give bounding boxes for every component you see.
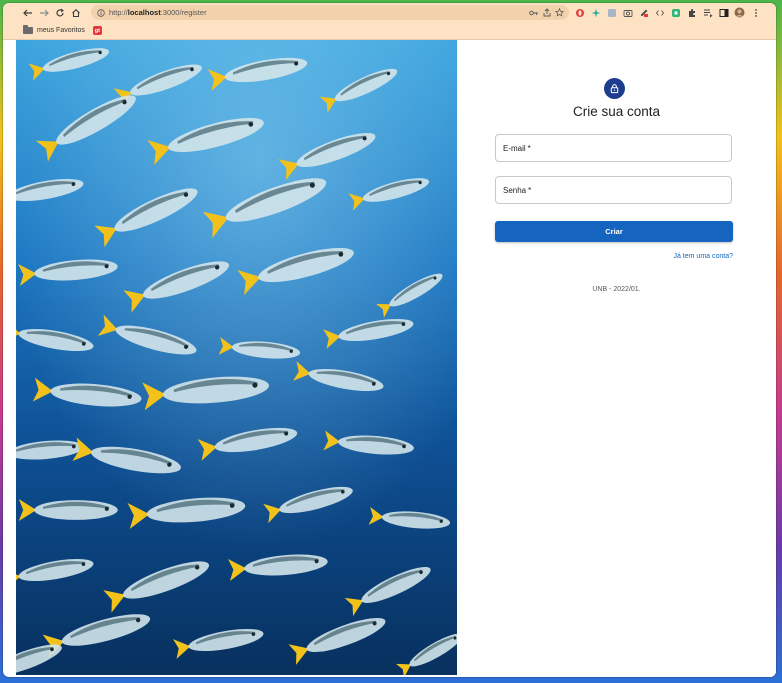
reload-icon[interactable] bbox=[52, 5, 68, 21]
bookmark-folder-label[interactable]: meus Favoritos bbox=[37, 27, 85, 34]
password-field[interactable]: Senha * bbox=[495, 176, 732, 204]
media-queue-icon[interactable] bbox=[701, 6, 714, 19]
email-field[interactable]: E-mail * bbox=[495, 134, 732, 162]
info-icon[interactable] bbox=[97, 4, 105, 22]
sparkle-extension-icon[interactable] bbox=[589, 6, 602, 19]
address-bar[interactable]: http://localhost:3000/register bbox=[91, 5, 569, 20]
password-required-mark: * bbox=[528, 185, 532, 195]
bookmarks-bar: meus Favoritos gt bbox=[3, 22, 776, 40]
profile-avatar[interactable] bbox=[733, 6, 746, 19]
page-title: Crie sua conta bbox=[572, 104, 661, 119]
side-panel-icon[interactable] bbox=[717, 6, 730, 19]
lock-icon bbox=[610, 84, 619, 94]
url-host: localhost bbox=[127, 8, 161, 17]
create-account-button[interactable]: Criar bbox=[495, 221, 733, 242]
code-extension-icon[interactable] bbox=[653, 6, 666, 19]
url-rest: :3000/register bbox=[160, 8, 207, 17]
url-prefix: http:// bbox=[109, 8, 128, 17]
login-link[interactable]: Já tem uma conta? bbox=[673, 253, 733, 260]
password-label: Senha bbox=[503, 185, 527, 195]
footer-text: UNB - 2022/01. bbox=[592, 286, 641, 293]
email-required-mark: * bbox=[527, 143, 531, 153]
register-panel: Crie sua conta E-mail * Senha * Criar Já t… bbox=[457, 40, 776, 677]
bookmark-badge-icon[interactable]: gt bbox=[92, 26, 102, 35]
extensions-bar bbox=[573, 6, 762, 19]
extensions-puzzle-icon[interactable] bbox=[685, 6, 698, 19]
home-icon[interactable] bbox=[68, 5, 84, 21]
opera-extension-icon[interactable] bbox=[573, 6, 586, 19]
green-extension-icon[interactable] bbox=[669, 6, 682, 19]
lock-avatar bbox=[604, 78, 625, 99]
address-url: http://localhost:3000/register bbox=[109, 8, 207, 17]
browser-toolbar: http://localhost:3000/register bbox=[3, 3, 776, 22]
forward-icon[interactable] bbox=[36, 5, 52, 21]
back-icon[interactable] bbox=[20, 5, 36, 21]
email-label: E-mail bbox=[503, 143, 526, 153]
translate-extension-icon[interactable] bbox=[605, 6, 618, 19]
fish-school-photo bbox=[16, 40, 457, 675]
key-icon[interactable] bbox=[527, 6, 540, 19]
menu-kebab-icon[interactable] bbox=[749, 6, 762, 19]
camera-extension-icon[interactable] bbox=[621, 6, 634, 19]
browser-window: http://localhost:3000/register meus Favo… bbox=[3, 3, 776, 677]
eyedropper-extension-icon[interactable] bbox=[637, 6, 650, 19]
bookmark-star-icon[interactable] bbox=[553, 6, 566, 19]
fish-school-illustration bbox=[16, 40, 457, 675]
share-icon[interactable] bbox=[540, 6, 553, 19]
folder-icon bbox=[23, 25, 33, 34]
